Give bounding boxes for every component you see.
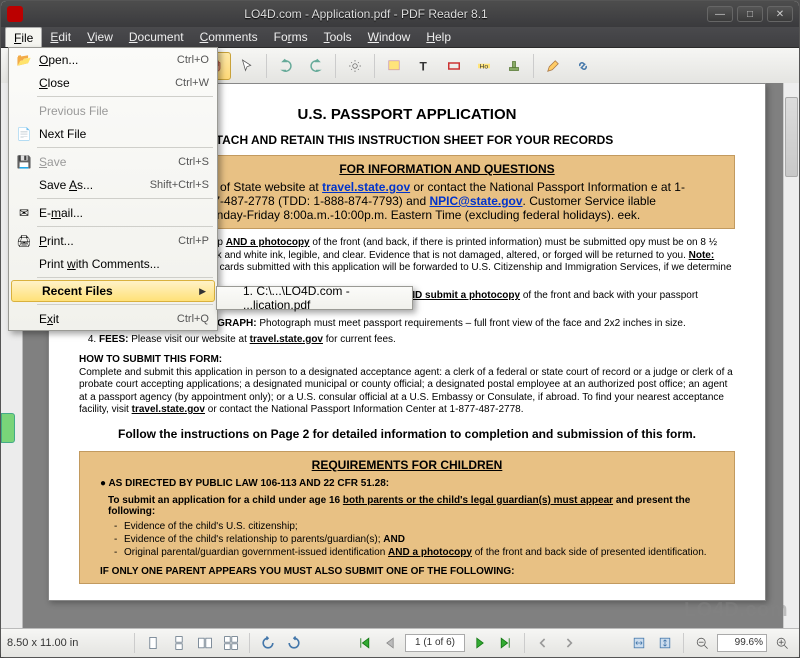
menu-next-file[interactable]: 📄Next File: [9, 122, 217, 145]
back-view-icon[interactable]: [532, 632, 554, 654]
separator: [335, 54, 336, 78]
menu-save: 💾SaveCtrl+S: [9, 150, 217, 173]
separator: [266, 54, 267, 78]
menu-view[interactable]: View: [79, 27, 121, 47]
requirements-box: REQUIREMENTS FOR CHILDREN ● AS DIRECTED …: [79, 451, 735, 584]
menu-window[interactable]: Window: [360, 27, 419, 47]
list-item: FEES: Please visit our website at travel…: [99, 334, 735, 347]
fit-page-icon[interactable]: [654, 632, 676, 654]
mail-icon: ✉: [13, 206, 35, 220]
facing-continuous-icon[interactable]: [220, 632, 242, 654]
howto-heading: HOW TO SUBMIT THIS FORM:: [79, 354, 222, 365]
menu-open[interactable]: 📂Open...Ctrl+O: [9, 48, 217, 71]
separator: [533, 54, 534, 78]
svg-text:Ho: Ho: [480, 63, 489, 70]
chevron-right-icon: ▶: [199, 286, 206, 297]
first-page-icon[interactable]: [353, 632, 375, 654]
rotate-right-icon[interactable]: [283, 632, 305, 654]
req-heading: REQUIREMENTS FOR CHILDREN: [94, 458, 720, 472]
next-file-icon: 📄: [13, 127, 35, 141]
statusbar: 8.50 x 11.00 in 1 (1 of 6) 99.6%: [1, 628, 799, 657]
menu-print-comments[interactable]: Print with Comments...: [9, 252, 217, 275]
titlebar: LO4D.com - Application.pdf - PDF Reader …: [1, 1, 799, 27]
close-button[interactable]: ✕: [767, 6, 793, 22]
undo-icon[interactable]: [272, 52, 300, 80]
info-body: ent of State website at travel.state.gov…: [200, 180, 694, 222]
text-tool-icon[interactable]: T: [410, 52, 438, 80]
next-page-icon[interactable]: [469, 632, 491, 654]
menu-recent-files[interactable]: Recent Files▶: [11, 280, 215, 302]
folder-open-icon: 📂: [13, 53, 35, 67]
settings-icon[interactable]: [341, 52, 369, 80]
print-icon: 🖨: [13, 234, 35, 248]
page-number-input[interactable]: 1 (1 of 6): [405, 634, 465, 652]
menu-tools[interactable]: Tools: [316, 27, 360, 47]
prev-page-icon[interactable]: [379, 632, 401, 654]
menu-file[interactable]: File: [5, 27, 42, 47]
separator: [374, 54, 375, 78]
window-title: LO4D.com - Application.pdf - PDF Reader …: [29, 7, 703, 21]
recent-file-item[interactable]: 1. C:\...\LO4D.com - ...lication.pdf: [243, 284, 404, 312]
menu-email[interactable]: ✉E-mail...: [9, 201, 217, 224]
info-heading: FOR INFORMATION AND QUESTIONS: [200, 162, 694, 176]
menu-save-as[interactable]: Save As...Shift+Ctrl+S: [9, 173, 217, 196]
last-page-icon[interactable]: [495, 632, 517, 654]
facing-page-icon[interactable]: [194, 632, 216, 654]
scrollbar-thumb[interactable]: [785, 97, 798, 177]
rotate-left-icon[interactable]: [257, 632, 279, 654]
list-item: Original parental/guardian government-is…: [114, 547, 720, 558]
menu-previous-file: Previous File: [9, 99, 217, 122]
howto-body: Complete and submit this application in …: [79, 367, 735, 417]
link-npic-email[interactable]: NPIC@state.gov: [429, 194, 522, 208]
redo-icon[interactable]: [302, 52, 330, 80]
link-travel-state[interactable]: travel.state.gov: [322, 180, 410, 194]
shape-tool-icon[interactable]: [440, 52, 468, 80]
file-menu-dropdown: 📂Open...Ctrl+O CloseCtrl+W Previous File…: [8, 47, 218, 331]
menu-document[interactable]: Document: [121, 27, 192, 47]
maximize-button[interactable]: □: [737, 6, 763, 22]
forward-view-icon[interactable]: [558, 632, 580, 654]
note-icon[interactable]: [380, 52, 408, 80]
menubar: File Edit View Document Comments Forms T…: [1, 27, 799, 48]
menu-close[interactable]: CloseCtrl+W: [9, 71, 217, 94]
svg-text:T: T: [420, 59, 428, 73]
link-icon[interactable]: [569, 52, 597, 80]
menu-exit[interactable]: ExitCtrl+Q: [9, 307, 217, 330]
menu-comments[interactable]: Comments: [192, 27, 266, 47]
page-dimensions: 8.50 x 11.00 in: [7, 637, 127, 649]
continuous-page-icon[interactable]: [168, 632, 190, 654]
list-item: Evidence of the child's relationship to …: [114, 534, 720, 545]
bookmark-tab[interactable]: [1, 413, 15, 443]
fit-width-icon[interactable]: [628, 632, 650, 654]
list-item: Evidence of the child's U.S. citizenship…: [114, 521, 720, 532]
vertical-scrollbar[interactable]: [783, 83, 799, 628]
menu-help[interactable]: Help: [418, 27, 459, 47]
menu-print[interactable]: 🖨Print...Ctrl+P: [9, 229, 217, 252]
stamp-icon[interactable]: [500, 52, 528, 80]
recent-files-submenu[interactable]: 1. C:\...\LO4D.com - ...lication.pdf: [216, 286, 413, 310]
single-page-icon[interactable]: [142, 632, 164, 654]
cut-line: IF ONLY ONE PARENT APPEARS YOU MUST ALSO…: [100, 566, 720, 577]
pencil-icon[interactable]: [539, 52, 567, 80]
menu-edit[interactable]: Edit: [42, 27, 79, 47]
select-tool-icon[interactable]: [233, 52, 261, 80]
follow-instructions: Follow the instructions on Page 2 for de…: [79, 427, 735, 441]
highlight-icon[interactable]: Ho: [470, 52, 498, 80]
zoom-level[interactable]: 99.6%: [717, 634, 767, 652]
zoom-out-icon[interactable]: [691, 632, 713, 654]
minimize-button[interactable]: —: [707, 6, 733, 22]
app-icon: [7, 6, 23, 22]
zoom-in-icon[interactable]: [771, 632, 793, 654]
save-icon: 💾: [13, 155, 35, 169]
menu-forms[interactable]: Forms: [266, 27, 316, 47]
